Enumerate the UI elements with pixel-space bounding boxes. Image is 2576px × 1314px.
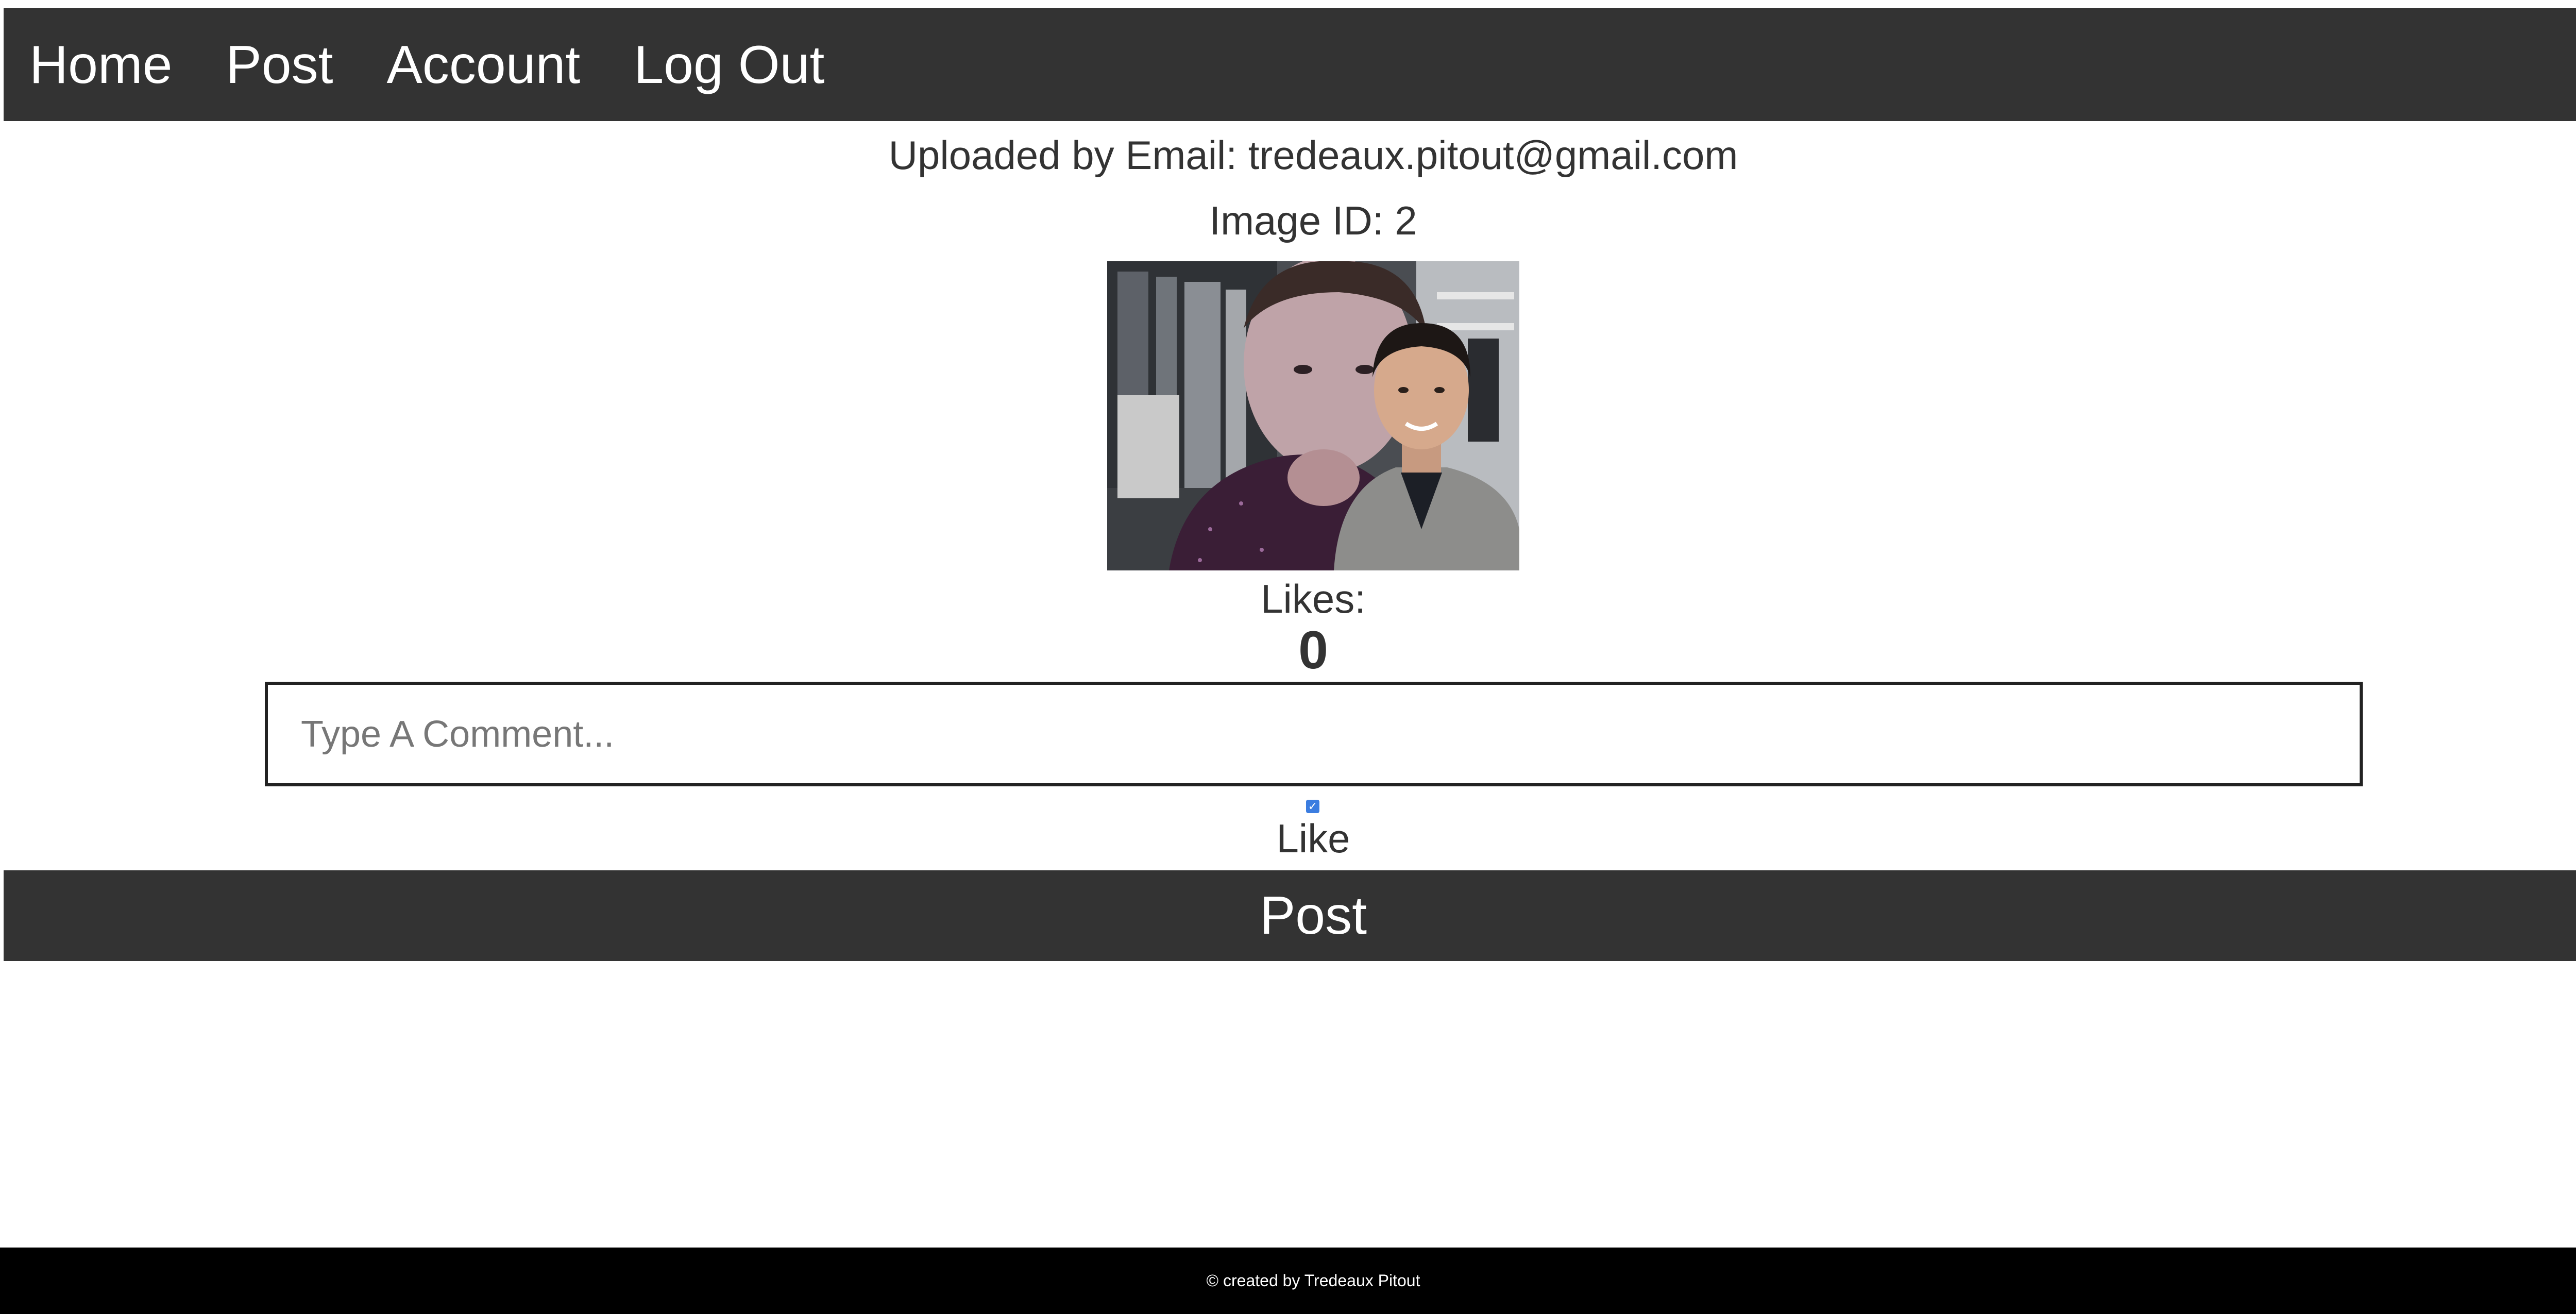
likes-count: 0 bbox=[1298, 620, 1328, 680]
footer: © created by Tredeaux Pitout bbox=[0, 1248, 2576, 1314]
nav-account-link[interactable]: Account bbox=[387, 38, 581, 92]
nav-post-link[interactable]: Post bbox=[226, 38, 333, 92]
likes-label: Likes: bbox=[1261, 576, 1366, 621]
uploader-email-text: Uploaded by Email: tredeaux.pitout@gmail… bbox=[888, 132, 1738, 178]
like-checkbox[interactable]: ✓ bbox=[1306, 800, 1319, 813]
post-photo bbox=[1107, 261, 1519, 570]
post-photo-illustration bbox=[1107, 261, 1519, 570]
image-id-text: Image ID: 2 bbox=[1209, 198, 1417, 243]
comment-input[interactable] bbox=[265, 682, 2363, 786]
footer-credit-text: © created by Tredeaux Pitout bbox=[1206, 1271, 1420, 1290]
post-comment-button[interactable]: Post bbox=[4, 870, 2576, 961]
nav-home-link[interactable]: Home bbox=[29, 38, 172, 92]
top-navbar: Home Post Account Log Out bbox=[4, 8, 2576, 121]
page: Home Post Account Log Out Uploaded by Em… bbox=[0, 0, 2576, 1314]
nav-logout-link[interactable]: Log Out bbox=[634, 38, 824, 92]
checkmark-icon: ✓ bbox=[1308, 800, 1318, 813]
like-checkbox-label: Like bbox=[1276, 816, 1350, 861]
